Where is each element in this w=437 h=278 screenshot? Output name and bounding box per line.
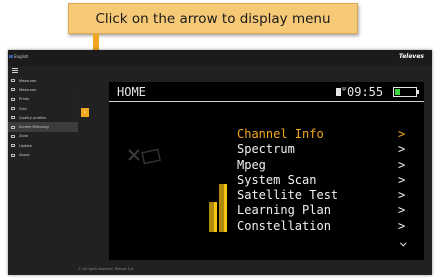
sidebar-item-zone[interactable]: Zone — [8, 132, 78, 141]
menu-item-label: Constellation — [237, 218, 331, 233]
battery-icon — [393, 87, 419, 97]
chevron-right-icon: > — [398, 157, 406, 172]
app-window: English Televes Measures Measures › Prin… — [8, 50, 432, 275]
caret-icon: › — [73, 106, 75, 111]
menu-item-label: Spectrum — [237, 142, 295, 157]
callout-text: Click on the arrow to display menu — [95, 10, 331, 27]
language-selector[interactable]: English — [14, 54, 28, 59]
satellite-dish-icon — [128, 148, 161, 165]
sidebar-item-label: Prints — [19, 97, 30, 102]
menu-item-satellite-test[interactable]: Satellite Test > — [237, 188, 417, 203]
gauge-icon — [11, 79, 15, 83]
footer-copyright: © All rights reserved, Televes S.A. — [78, 267, 135, 271]
cloud-icon — [11, 144, 15, 148]
sidebar-item-update[interactable]: Update — [8, 141, 78, 150]
caret-icon: › — [73, 116, 75, 121]
grid-icon — [11, 107, 15, 111]
screen-icon — [11, 125, 15, 129]
signal-icon: Ψ — [336, 87, 346, 96]
sidebar-item-quality-profiles[interactable]: Quality profiles › — [8, 113, 78, 122]
tutorial-screenshot: Click on the arrow to display menu Engli… — [0, 0, 437, 278]
divider — [109, 101, 424, 102]
clock: 09:55 — [347, 85, 384, 99]
sidebar-item-label: Screen Mirroring — [19, 125, 49, 130]
instruction-callout: Click on the arrow to display menu — [68, 3, 358, 34]
chevron-down-icon[interactable]: ⌄ — [399, 235, 408, 248]
chevron-right-icon: > — [398, 218, 406, 233]
sidebar-item-label: Zone — [19, 134, 29, 139]
sidebar-item-label: Measures — [19, 87, 37, 92]
menu-item-system-scan[interactable]: System Scan > — [237, 173, 417, 188]
menu-toggle-button[interactable]: › — [81, 108, 89, 117]
sidebar: Measures Measures › Prints › Grid › Qual… — [8, 76, 78, 160]
sidebar-item-label: About — [19, 153, 30, 158]
menu-item-label: Channel Info — [237, 127, 324, 141]
chart-icon — [11, 88, 15, 92]
menu-item-spectrum[interactable]: Spectrum > — [237, 142, 417, 157]
device-menu: Channel Info > Spectrum > Mpeg > System … — [237, 127, 417, 234]
menu-item-channel-info[interactable]: Channel Info > — [237, 127, 417, 142]
hamburger-icon[interactable] — [12, 68, 18, 73]
menu-item-label: System Scan — [237, 172, 317, 187]
zone-icon — [11, 134, 15, 138]
sidebar-item-measures-2[interactable]: Measures › — [8, 85, 78, 94]
sidebar-item-prints[interactable]: Prints › — [8, 95, 78, 104]
sidebar-item-screen-mirroring[interactable]: Screen Mirroring — [8, 122, 78, 132]
device-screen: HOME Ψ 09:55 Channel Info > Spectrum > M… — [109, 82, 424, 260]
menu-item-learning-plan[interactable]: Learning Plan > — [237, 203, 417, 218]
menu-item-label: Learning Plan — [237, 203, 331, 218]
sidebar-item-label: Measures — [19, 78, 37, 83]
chevron-right-icon: > — [398, 142, 406, 157]
arrow-right-icon: › — [83, 109, 87, 116]
flag-icon[interactable] — [9, 55, 13, 58]
profile-icon — [11, 116, 15, 120]
sidebar-item-label: Update — [19, 143, 33, 148]
menu-item-mpeg[interactable]: Mpeg > — [237, 158, 417, 173]
caret-icon: › — [73, 97, 75, 102]
signal-bars-graphic — [209, 172, 229, 232]
menu-item-constellation[interactable]: Constellation > — [237, 219, 417, 234]
info-icon — [11, 153, 15, 157]
sidebar-item-grid[interactable]: Grid › — [8, 104, 78, 113]
chevron-right-icon: > — [398, 188, 406, 203]
chevron-right-icon: > — [398, 172, 406, 187]
menu-item-label: Mpeg — [237, 157, 266, 172]
chevron-right-icon: > — [398, 203, 406, 218]
sidebar-item-about[interactable]: About — [8, 150, 78, 159]
caret-icon: › — [73, 88, 75, 93]
screen-title: HOME — [117, 85, 146, 99]
chevron-right-icon: > — [398, 127, 406, 141]
sidebar-item-measures[interactable]: Measures — [8, 76, 78, 85]
brand-logo: Televes — [398, 53, 424, 60]
top-bar: English Televes — [8, 50, 432, 66]
sidebar-item-label: Grid — [19, 106, 27, 111]
print-icon — [11, 97, 15, 101]
menu-item-label: Satellite Test — [237, 188, 339, 203]
sidebar-item-label: Quality profiles — [19, 115, 47, 120]
